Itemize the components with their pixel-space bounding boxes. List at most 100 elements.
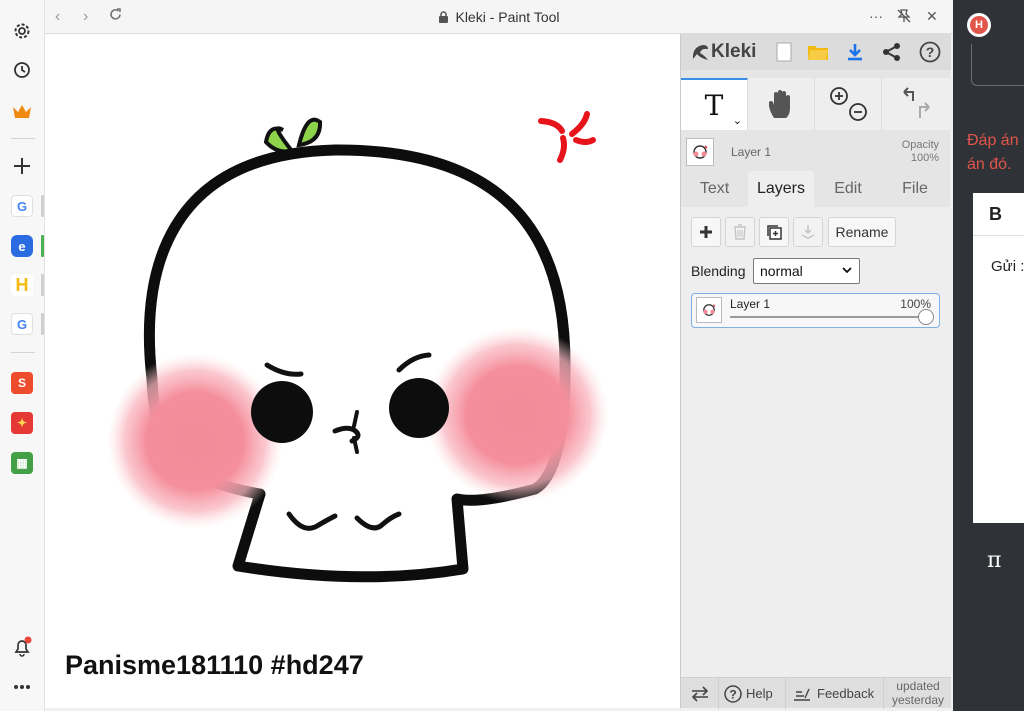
new-image-icon[interactable]: [772, 40, 796, 64]
swap-sides-button[interactable]: [681, 678, 719, 709]
svg-text:?: ?: [926, 44, 935, 60]
kleki-header: Kleki ?: [681, 34, 951, 70]
notification-bell-icon[interactable]: [9, 634, 35, 660]
shopee-favicon-icon[interactable]: S: [9, 370, 35, 396]
bold-button[interactable]: B: [989, 204, 1002, 225]
download-icon[interactable]: [843, 40, 867, 64]
opacity-label: Opacity: [901, 139, 939, 151]
background-text-line2: án đó.: [967, 156, 1012, 173]
kleki-logo[interactable]: Kleki: [689, 41, 756, 63]
merge-down-icon: [801, 225, 815, 239]
unpin-icon[interactable]: [896, 8, 912, 27]
google-favicon-icon[interactable]: G: [9, 193, 35, 219]
zoom-in-out-icon: [830, 87, 867, 121]
current-layer-name: Layer 1: [731, 145, 772, 159]
h-favicon-icon[interactable]: H: [9, 272, 35, 298]
tab-file[interactable]: File: [882, 171, 948, 207]
google-favicon-icon[interactable]: G: [9, 311, 35, 337]
blending-mode-select[interactable]: normal: [753, 258, 860, 284]
rail-divider: [11, 352, 35, 353]
text-tool-button[interactable]: T ⌄: [681, 78, 748, 130]
popup-titlebar: Kleki - Paint Tool ‹ › ··· ✕: [45, 0, 953, 34]
merge-down-button[interactable]: [793, 217, 823, 247]
zoom-tool-button[interactable]: [815, 78, 882, 130]
reload-icon[interactable]: [108, 7, 123, 27]
trash-icon: [734, 224, 746, 240]
layer-opacity-slider-handle[interactable]: [918, 309, 934, 325]
canvas-caption: Panisme181110 #hd247: [65, 650, 364, 680]
pi-symbol-button[interactable]: π: [987, 548, 1001, 573]
help-button[interactable]: ? Help: [719, 678, 786, 709]
rail-indicator: [41, 195, 44, 217]
tab-edit[interactable]: Edit: [814, 171, 882, 207]
back-icon[interactable]: ‹: [55, 8, 60, 26]
lock-icon: [439, 11, 449, 23]
drawing-canvas[interactable]: Panisme181110 #hd247: [45, 34, 680, 708]
swap-arrows-icon: [691, 685, 708, 702]
duplicate-icon: [767, 225, 782, 240]
drawing-illustration: [107, 111, 609, 583]
window-title: Kleki - Paint Tool: [45, 9, 953, 25]
history-icon[interactable]: [9, 57, 35, 83]
add-icon[interactable]: [9, 153, 35, 179]
feedback-button[interactable]: Feedback: [786, 678, 884, 709]
layer-thumbnail: [686, 138, 714, 166]
forward-icon[interactable]: ›: [83, 8, 88, 26]
rename-layer-button[interactable]: Rename: [828, 217, 896, 247]
background-text-line1: Đáp án: [967, 132, 1019, 149]
kleki-side-panel: Kleki ? T ⌄ Layer 1 Opacity 100% Text La…: [680, 34, 951, 709]
layer-list-item[interactable]: Layer 1 100%: [691, 293, 940, 328]
background-card: [971, 44, 1024, 86]
rail-divider: [11, 138, 35, 139]
open-folder-icon[interactable]: [806, 40, 830, 64]
updated-line1: updated: [896, 679, 940, 693]
more-dots-icon[interactable]: [9, 674, 35, 700]
feedback-label: Feedback: [817, 686, 875, 701]
kleki-logo-icon: [692, 45, 708, 60]
chevron-down-icon: [842, 267, 852, 274]
blending-label: Blending: [691, 263, 746, 279]
close-icon[interactable]: ✕: [926, 8, 938, 25]
layer-opacity-slider[interactable]: [730, 316, 927, 318]
text-tool-glyph: T: [704, 88, 724, 122]
help-icon[interactable]: ?: [918, 40, 942, 64]
delete-layer-button[interactable]: [725, 217, 755, 247]
layer-thumbnail: [696, 297, 722, 323]
crown-icon[interactable]: [9, 98, 35, 124]
opacity-value: 100%: [910, 152, 939, 164]
undo-redo-button[interactable]: [882, 78, 949, 130]
add-layer-button[interactable]: [691, 217, 721, 247]
rail-indicator: [41, 274, 44, 296]
browser-sidebar: G e H G S ✦ ▦: [0, 0, 45, 711]
tab-text[interactable]: Text: [681, 171, 748, 207]
kleki-footer: ? Help Feedback updated yesterday: [681, 677, 951, 709]
updated-line2: yesterday: [891, 693, 945, 707]
store-favicon-icon[interactable]: ▦: [9, 450, 35, 476]
undo-redo-icon: [902, 87, 930, 118]
plus-icon: [700, 226, 712, 238]
more-options-icon[interactable]: ···: [869, 8, 883, 24]
share-icon[interactable]: [880, 40, 904, 64]
tool-row: T ⌄: [681, 78, 951, 130]
settings-gear-icon[interactable]: [9, 18, 35, 44]
svg-text:?: ?: [729, 687, 736, 701]
chevron-down-icon[interactable]: ⌄: [733, 114, 742, 127]
background-page: H Đáp án án đó. B Gửi : π: [953, 0, 1024, 711]
help-circle-icon: ?: [724, 684, 742, 703]
layer-name: Layer 1: [730, 297, 771, 311]
panel-tabs: Text Layers Edit File: [681, 171, 951, 207]
hand-tool-button[interactable]: [748, 78, 815, 130]
kleki-logo-text: Kleki: [711, 41, 757, 62]
layers-tab-body: Rename Blending normal Layer 1 100%: [681, 207, 951, 677]
h-logo-icon[interactable]: H: [967, 13, 991, 37]
duplicate-layer-button[interactable]: [759, 217, 789, 247]
updated-status: updated yesterday: [885, 679, 951, 707]
app-favicon-icon[interactable]: e: [9, 233, 35, 259]
feedback-pen-icon: [794, 688, 810, 701]
rail-indicator: [41, 235, 44, 257]
tab-layers[interactable]: Layers: [748, 171, 814, 207]
game-favicon-icon[interactable]: ✦: [9, 410, 35, 436]
current-layer-info: Layer 1 Opacity 100%: [681, 134, 951, 170]
background-editor[interactable]: B Gửi :: [973, 193, 1024, 523]
blending-mode-value: normal: [760, 263, 803, 279]
